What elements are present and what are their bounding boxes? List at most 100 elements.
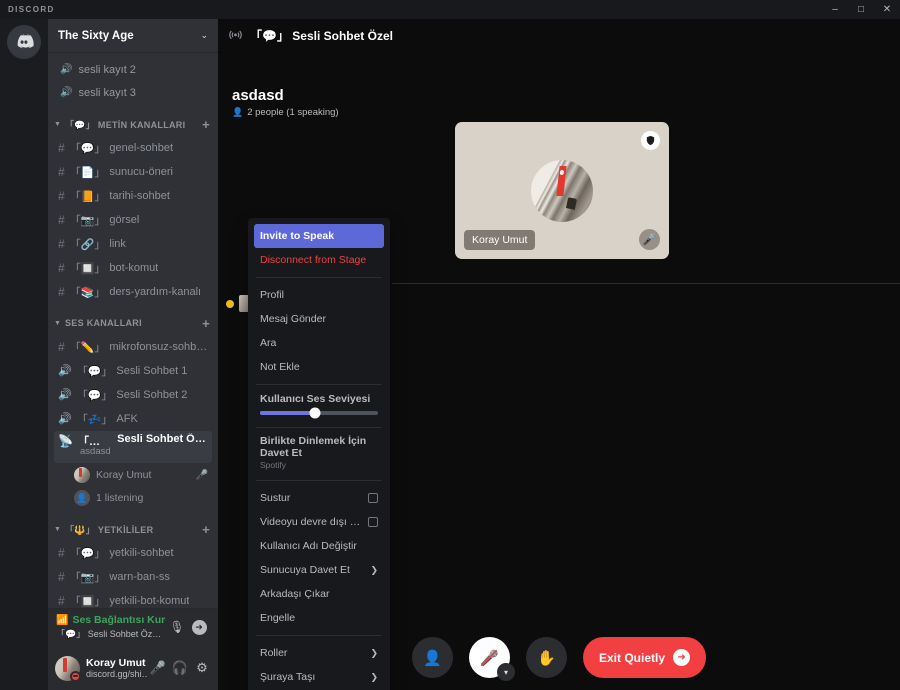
channel-name: warn-ban-ss bbox=[109, 570, 170, 583]
sidebar-item-sesli-kayit-2[interactable]: 🔊 sesli kayıt 2 bbox=[48, 58, 218, 81]
raise-hand-button[interactable]: ✋ bbox=[525, 637, 567, 678]
channel-mikrofonsuz-sohbet[interactable]: # 「✏️」 mikrofonsuz-sohb… bbox=[54, 335, 212, 358]
avatar[interactable] bbox=[55, 655, 81, 682]
channel-sunucu-oneri[interactable]: # 「📄」 sunucu-öneri bbox=[54, 160, 212, 183]
voice-connection-panel: 📶 Ses Bağlantısı Kuruldu 「💬」 Sesli Sohbe… bbox=[48, 609, 218, 646]
channel-list[interactable]: 🔊 sesli kayıt 2 🔊 sesli kayıt 3 ▼ 「💬」 ME… bbox=[48, 52, 218, 609]
person-add-icon: 👤 bbox=[423, 649, 442, 667]
menu-item-disconnect-from-stage[interactable]: Disconnect from Stage bbox=[254, 248, 384, 272]
menu-item-invite-to-speak[interactable]: Invite to Speak bbox=[254, 224, 384, 248]
menu-item-label: Arkadaşı Çıkar bbox=[260, 588, 330, 600]
category-metin-kanallari[interactable]: ▼ 「💬」 METİN KANALLARI + bbox=[48, 113, 218, 135]
menu-item-sustur[interactable]: Sustur bbox=[254, 486, 384, 510]
status-badge-dnd bbox=[70, 670, 81, 682]
channel-label: 「💬」 bbox=[69, 142, 106, 155]
menu-separator bbox=[256, 384, 382, 385]
hash-icon: # bbox=[58, 284, 65, 299]
channel-bot-komut[interactable]: # 「🔲」 bot-komut bbox=[54, 256, 212, 279]
menu-item-user-volume[interactable]: Kullanıcı Ses Seviyesi bbox=[248, 390, 390, 422]
channel-yetkili-bot-komut[interactable]: # 「🔲」 yetkili-bot-komut bbox=[54, 589, 212, 609]
menu-item-engelle[interactable]: Engelle bbox=[254, 606, 384, 630]
add-channel-icon[interactable]: + bbox=[202, 117, 210, 132]
channel-sesli-sohbet-1[interactable]: 🔊 「💬」 Sesli Sohbet 1 bbox=[54, 359, 212, 382]
invite-people-button[interactable]: 👤 bbox=[411, 637, 453, 678]
turkish-flag-decoration bbox=[556, 165, 567, 196]
menu-item-spotify-listen-along[interactable]: Birlikte Dinlemek İçin Davet Et Spotify bbox=[248, 433, 390, 475]
speaking-indicator-dot bbox=[226, 299, 234, 308]
menu-item-label: Invite to Speak bbox=[260, 230, 335, 242]
add-channel-icon[interactable]: + bbox=[202, 522, 210, 537]
microphone-muted-icon: 🎤 bbox=[639, 229, 660, 250]
shield-icon bbox=[641, 131, 660, 150]
mute-microphone-button[interactable]: 🎤 bbox=[147, 657, 169, 679]
close-button[interactable]: ✕ bbox=[874, 0, 900, 19]
menu-item-arkadasi-cikar[interactable]: Arkadaşı Çıkar bbox=[254, 582, 384, 606]
menu-separator bbox=[256, 635, 382, 636]
menu-item-ara[interactable]: Ara bbox=[254, 331, 384, 355]
channel-yetkili-sohbet[interactable]: # 「💬」 yetkili-sohbet bbox=[54, 541, 212, 564]
noise-suppression-button[interactable]: 🎙 bbox=[166, 616, 188, 638]
channel-name: sunucu-öneri bbox=[109, 165, 173, 178]
menu-item-roller[interactable]: Roller ❯ bbox=[254, 641, 384, 665]
channel-genel-sohbet[interactable]: # 「💬」 genel-sohbet bbox=[54, 136, 212, 159]
chevron-down-icon: ▼ bbox=[54, 120, 62, 128]
channel-label: 「📷」 bbox=[69, 571, 106, 584]
user-info[interactable]: Koray Umut discord.gg/shi… bbox=[86, 657, 147, 679]
hash-icon: # bbox=[58, 164, 65, 179]
menu-item-kullanici-adi-degistir[interactable]: Kullanıcı Adı Değiştir bbox=[254, 534, 384, 558]
channel-sesli-sohbet-2[interactable]: 🔊 「💬」 Sesli Sohbet 2 bbox=[54, 383, 212, 406]
voice-connection-info[interactable]: 📶 Ses Bağlantısı Kuruldu 「💬」 Sesli Sohbe… bbox=[56, 614, 166, 640]
voice-channel-icon: 🔊 bbox=[58, 389, 72, 401]
minimize-button[interactable]: – bbox=[822, 0, 848, 19]
channel-gorsel[interactable]: # 「📷」 görsel bbox=[54, 208, 212, 231]
channel-name: yetkili-bot-komut bbox=[109, 594, 190, 607]
menu-item-label: Disconnect from Stage bbox=[260, 254, 367, 266]
voice-listeners-count[interactable]: 👤 1 listening bbox=[70, 487, 212, 509]
channel-tarihi-sohbet[interactable]: # 「📙」 tarihi-sohbet bbox=[54, 184, 212, 207]
sidebar-item-sesli-kayit-3[interactable]: 🔊 sesli kayıt 3 bbox=[48, 81, 218, 104]
title-bar: DISCORD – □ ✕ bbox=[0, 0, 900, 19]
menu-item-label: Ara bbox=[260, 337, 277, 349]
guild-header[interactable]: The Sixty Age ⌄ bbox=[48, 19, 218, 52]
mute-button[interactable]: 🎤 ▾ bbox=[468, 637, 515, 681]
menu-item-profil[interactable]: Profil bbox=[254, 283, 384, 307]
channel-label: 「📄」 bbox=[69, 166, 106, 179]
menu-item-videoyu-devre-disi-birak[interactable]: Videoyu devre dışı bırak bbox=[254, 510, 384, 534]
channel-ders-yardim-kanali[interactable]: # 「📚」 ders-yardım-kanalı bbox=[54, 280, 212, 303]
deafen-headset-button[interactable]: 🎧 bbox=[169, 657, 191, 679]
volume-slider[interactable] bbox=[260, 407, 378, 419]
disconnect-button[interactable]: ➜ bbox=[188, 616, 210, 638]
exit-quietly-button[interactable]: Exit Quietly ➜ bbox=[582, 637, 707, 678]
checkbox-disable-video[interactable] bbox=[368, 517, 378, 527]
category-ses-kanallari[interactable]: ▼ SES KANALLARI + bbox=[48, 312, 218, 334]
add-channel-icon[interactable]: + bbox=[202, 316, 210, 331]
channel-sesli-sohbet-ozel-active[interactable]: 📡 「💬」 Sesli Sohbet Özel asdasd bbox=[54, 431, 212, 463]
video-tile-koray-umut[interactable]: Koray Umut 🎤 bbox=[455, 122, 669, 259]
menu-item-not-ekle[interactable]: Not Ekle bbox=[254, 355, 384, 379]
maximize-button[interactable]: □ bbox=[848, 0, 874, 19]
home-button[interactable] bbox=[7, 25, 41, 59]
chevron-right-icon: ❯ bbox=[370, 564, 378, 575]
voice-member-koray-umut[interactable]: Koray Umut 🎤 bbox=[70, 464, 212, 486]
voice-channel-icon: 🔊 bbox=[58, 413, 72, 425]
chevron-down-icon[interactable]: ▾ bbox=[496, 663, 515, 681]
category-yetkililer[interactable]: ▼ 「🔱」 YETKİLİLER + bbox=[48, 518, 218, 540]
channel-label: 「🔲」 bbox=[69, 262, 106, 275]
channel-label: 「📷」 bbox=[69, 214, 106, 227]
channel-afk[interactable]: 🔊 「💤」 AFK bbox=[54, 407, 212, 430]
menu-item-suraya-tasi[interactable]: Şuraya Taşı ❯ bbox=[254, 665, 384, 689]
user-settings-button[interactable]: ⚙ bbox=[191, 657, 213, 679]
channel-name: tarihi-sohbet bbox=[109, 189, 170, 202]
menu-item-label: Kullanıcı Adı Değiştir bbox=[260, 540, 357, 552]
channel-name: genel-sohbet bbox=[109, 141, 173, 154]
menu-item-sunucuya-davet-et[interactable]: Sunucuya Davet Et ❯ bbox=[254, 558, 384, 582]
menu-item-label: Şuraya Taşı bbox=[260, 671, 316, 683]
channel-link[interactable]: # 「🔗」 link bbox=[54, 232, 212, 255]
volume-slider-thumb[interactable] bbox=[309, 407, 321, 419]
discord-logo-icon bbox=[17, 34, 34, 49]
menu-item-mesaj-gonder[interactable]: Mesaj Gönder bbox=[254, 307, 384, 331]
chevron-down-icon: ▼ bbox=[54, 319, 62, 327]
channel-warn-ban-ss[interactable]: # 「📷」 warn-ban-ss bbox=[54, 565, 212, 588]
checkbox-sustur[interactable] bbox=[368, 493, 378, 503]
volume-slider-label: Kullanıcı Ses Seviyesi bbox=[260, 393, 371, 405]
